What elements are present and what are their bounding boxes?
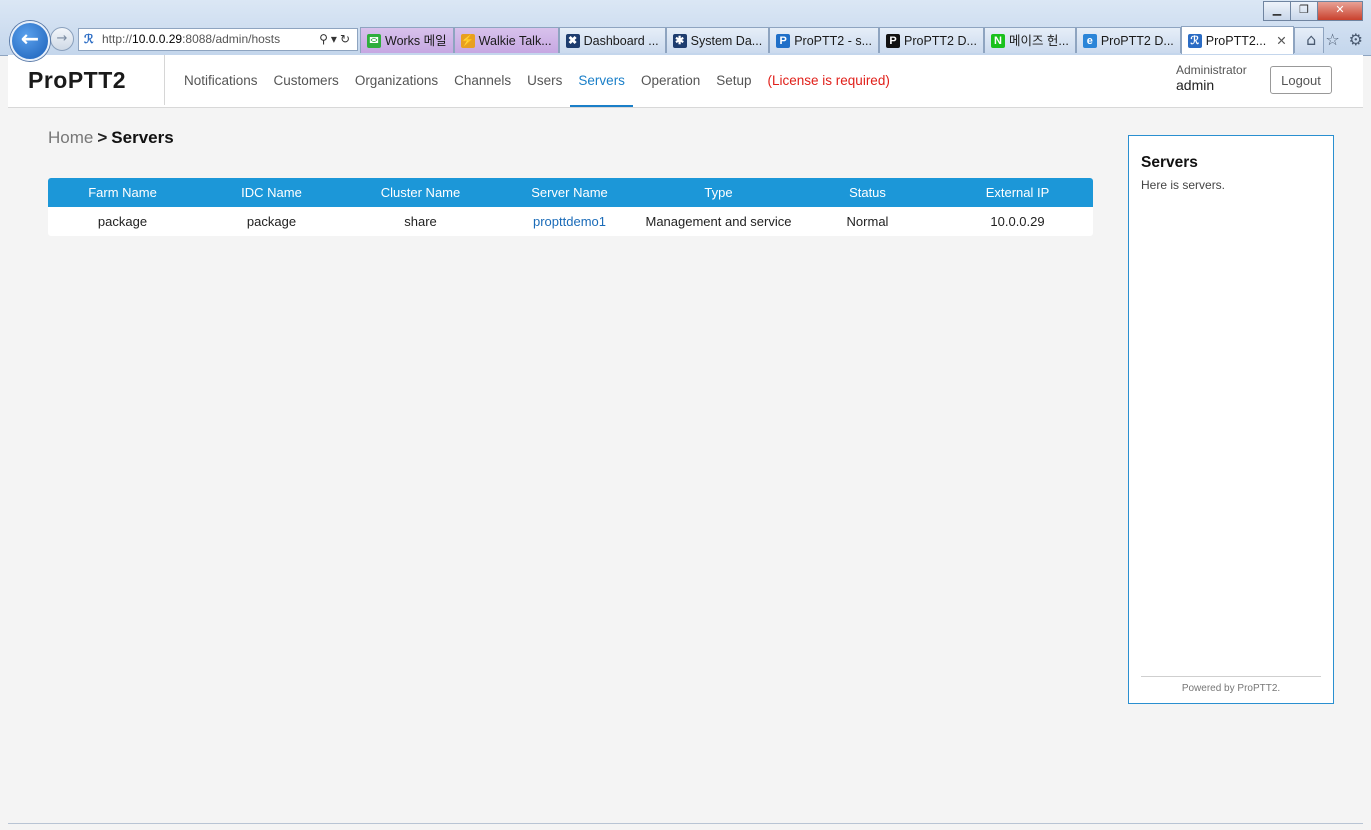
favorites-star-icon[interactable]: ☆ [1325,30,1339,49]
table-row: package package share propttdemo1 Management… [48,207,1093,236]
back-button[interactable]: ← [10,21,50,61]
address-bar[interactable]: ℛhttp://10.0.0.29:8088/admin/hosts ⚲▾↻ [78,28,358,51]
nav-item-setup[interactable]: Setup [708,55,759,107]
nav-item-operation[interactable]: Operation [633,55,708,107]
dropdown-icon[interactable]: ▾ [331,32,340,46]
table-cell: 10.0.0.29 [990,214,1045,229]
breadcrumb-separator: > [97,128,108,147]
table-header-row: Farm Name IDC Name Cluster Name Server Name… [48,178,1093,207]
minimize-icon[interactable]: ▁ [1263,1,1291,21]
forward-button[interactable]: → [50,27,74,51]
breadcrumb-current: Servers [111,128,174,147]
breadcrumb-home[interactable]: Home [48,128,93,147]
server-name-cell: propttdemo1 [495,207,644,236]
side-panel-description: Here is servers. [1141,178,1226,192]
p-icon: P [776,33,791,48]
column-header[interactable]: Status [793,178,942,207]
column-header[interactable]: External IP [942,178,1093,207]
license-warning-link[interactable]: (License is required) [760,55,898,107]
logout-button[interactable]: Logout [1270,66,1332,94]
user-name: admin [1176,77,1215,93]
column-header[interactable]: Type [644,178,793,207]
browser-tab[interactable]: ℛ ProPTT2... ✕ [1180,26,1294,54]
browser-tab[interactable]: P ProPTT2 D... [879,27,984,53]
refresh-icon[interactable]: ↻ [340,32,353,46]
column-header[interactable]: IDC Name [197,178,346,207]
column-header[interactable]: Farm Name [48,178,197,207]
tools-icon: ✖ [565,33,580,48]
nav-item-organizations[interactable]: Organizations [347,55,446,107]
window-controls: ▁ ❐ ✕ [1263,1,1363,21]
proptt-icon: ℛ [1187,33,1202,48]
close-tab-icon[interactable]: ✕ [1276,28,1286,54]
servers-table: Farm Name IDC Name Cluster Name Server Name… [48,178,1093,236]
nav-item-customers[interactable]: Customers [266,55,347,107]
server-name-link[interactable]: propttdemo1 [533,214,606,229]
url-prefix: http:// [102,32,133,46]
main-nav: Notifications Customers Organizations Chann… [176,55,898,107]
browser-tab-label: Dashboard ... [583,33,659,48]
browser-tab-label: ProPTT2... [1205,33,1267,48]
browser-tab-label: ProPTT2 - s... [794,33,872,48]
mail-icon: ✉ [367,33,381,48]
user-role: Administrator [1176,63,1247,77]
browser-tab[interactable]: N 메이즈 헌... [983,27,1076,53]
browser-tab-label: Works 메일 [385,33,447,48]
app-header: ProPTT2 Notifications Customers Organizati… [8,55,1363,108]
browser-tab-label: ProPTT2 D... [1100,33,1174,48]
system-icon: ✱ [672,33,687,48]
page-bottom-border [8,823,1363,824]
browser-tab[interactable]: e ProPTT2 D... [1075,27,1181,53]
browser-tab[interactable]: ✉ Works 메일 [360,27,454,53]
browser-tab[interactable]: P ProPTT2 - s... [769,27,879,53]
ie-icon: e [1082,33,1097,48]
user-info: Administrator admin [1176,63,1247,93]
table-cell: Normal [846,214,889,229]
search-icon[interactable]: ⚲ [319,32,331,46]
nav-item-servers[interactable]: Servers [570,55,633,107]
table-cell: package [97,214,148,229]
side-panel-title: Servers [1141,154,1198,171]
walkie-talkie-icon: ⚡ [460,33,475,48]
app-logo[interactable]: ProPTT2 [28,67,126,94]
p-dark-icon: P [886,33,900,48]
close-window-icon[interactable]: ✕ [1318,1,1363,21]
table-cell: package [246,214,297,229]
nav-item-channels[interactable]: Channels [446,55,519,107]
browser-tab-label: ProPTT2 D... [904,33,977,48]
browser-tab-label: Walkie Talk... [478,33,552,48]
nav-item-notifications[interactable]: Notifications [176,55,266,107]
column-header[interactable]: Cluster Name [346,178,495,207]
browser-tab-label: 메이즈 헌... [1008,33,1069,48]
table-cell: share [404,214,437,229]
table-body: package package share propttdemo1 Management… [48,207,1093,236]
browser-chrome: ▁ ❐ ✕ ← → ℛhttp://10.0.0.29:8088/admin/h… [0,0,1371,61]
url-host: 10.0.0.29 [132,32,183,46]
nav-item-users[interactable]: Users [519,55,570,107]
browser-tabs: ✉ Works 메일 ⚡ Walkie Talk... ✖ Dashboard ... ✱ S… [360,26,1324,54]
naver-icon: N [990,33,1005,48]
info-side-panel: Servers Here is servers. Powered by ProP… [1128,135,1334,704]
column-header[interactable]: Server Name [495,178,644,207]
side-panel-footer: Powered by ProPTT2. [1141,676,1321,694]
home-icon[interactable]: ⌂ [1306,30,1316,49]
browser-tab[interactable]: ⚡ Walkie Talk... [453,27,559,53]
settings-gear-icon[interactable]: ⚙ [1349,30,1363,49]
browser-toolbar-icons: ⌂ ☆ ⚙ [1306,30,1363,49]
site-favicon-icon: ℛ [84,32,94,46]
maximize-icon[interactable]: ❐ [1291,1,1318,21]
browser-tab[interactable]: ✱ System Da... [665,27,770,53]
logo-divider [164,55,165,105]
url-path: :8088/admin/hosts [182,32,281,46]
browser-tab[interactable]: ✖ Dashboard ... [558,27,666,53]
table-cell: Management and service [645,214,792,229]
browser-tab-label: System Da... [690,33,763,48]
breadcrumb: Home > Servers [48,128,174,148]
